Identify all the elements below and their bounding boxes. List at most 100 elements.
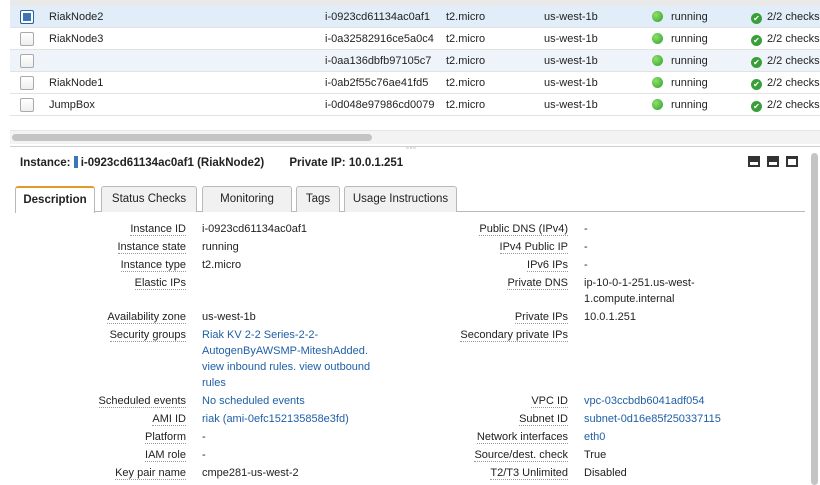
status-checks-text: 2/2 checks <box>767 33 820 45</box>
vertical-scrollbar-thumb[interactable] <box>811 153 818 485</box>
instance-row[interactable]: RiakNode2 i-0923cd61134ac0af1 t2.micro us-w… <box>10 6 820 28</box>
vpc-id-link[interactable]: vpc-03ccbdb6041adf054 <box>584 394 704 408</box>
instance-type: t2.micro <box>446 55 486 67</box>
subnet-id-link[interactable]: subnet-0d16e85f250337115 <box>584 412 721 426</box>
status-checks-text: 2/2 checks <box>767 55 820 67</box>
instance-color-marker <box>73 156 78 168</box>
availability-zone: us-west-1b <box>544 77 598 89</box>
platform-value: - <box>202 431 206 443</box>
check-passed-icon: ✔ <box>751 13 762 24</box>
tab-status-checks[interactable]: Status Checks <box>101 186 197 212</box>
panel-splitter[interactable]: ▫▫▫ <box>10 145 820 152</box>
instance-id-value: i-0923cd61134ac0af1 <box>202 223 307 235</box>
private-dns-label: Private DNS <box>507 277 568 290</box>
instance-state-text: running <box>671 99 708 111</box>
layout-bottom-icon[interactable] <box>786 156 798 167</box>
private-ip-value: 10.0.1.251 <box>348 157 404 169</box>
availability-zone-label: Availability zone <box>107 311 186 324</box>
subnet-id-label: Subnet ID <box>519 413 568 426</box>
instance-row[interactable]: i-0aa136dbfb97105c7 t2.micro us-west-1b run… <box>10 50 820 72</box>
layout-top-icon[interactable] <box>748 156 760 167</box>
t2t3-unlimited-value: Disabled <box>584 467 627 479</box>
secondary-private-ips-label: Secondary private IPs <box>460 329 568 342</box>
status-checks-text: 2/2 checks <box>767 11 820 23</box>
instance-state: running <box>652 28 742 50</box>
status-checks: ✔ 2/2 checks <box>751 50 820 72</box>
row-checkbox[interactable] <box>20 76 34 90</box>
instance-value: i-0923cd61134ac0af1 (RiakNode2) <box>80 157 265 169</box>
ami-id-link[interactable]: riak (ami-0efc152135858e3fd) <box>202 412 349 426</box>
availability-zone-value: us-west-1b <box>202 311 256 323</box>
source-dest-check-value: True <box>584 449 607 461</box>
splitter-grip-icon[interactable]: ▫▫▫ <box>406 145 416 152</box>
ipv6-ips-value: - <box>584 259 588 271</box>
instance-name: JumpBox <box>49 99 95 111</box>
security-groups-value: Riak KV 2-2 Series-2-2-AutogenByAWSMP-Mi… <box>202 327 382 391</box>
ami-id-label: AMI ID <box>152 413 186 426</box>
source-dest-check-label: Source/dest. check <box>474 449 568 462</box>
instance-state-text: running <box>671 77 708 89</box>
ipv4-public-ip-value: - <box>584 241 588 253</box>
instance-type: t2.micro <box>446 33 486 45</box>
instance-type: t2.micro <box>446 11 486 23</box>
private-dns-value: ip-10-0-1-251.us-west-1.compute.internal <box>584 277 695 305</box>
check-passed-icon: ✔ <box>751 57 762 68</box>
running-status-icon <box>652 77 663 88</box>
detail-tabs: Description Status Checks Monitoring Tag… <box>15 186 805 213</box>
network-interfaces-label: Network interfaces <box>476 431 568 444</box>
private-ips-value: 10.0.1.251 <box>584 311 636 323</box>
horizontal-scrollbar-thumb[interactable] <box>12 134 372 141</box>
instance-name <box>49 50 249 72</box>
ipv6-ips-label: IPv6 IPs <box>527 259 568 272</box>
elastic-ips-label: Elastic IPs <box>134 277 186 290</box>
instance-id: i-0a32582916ce5a0c4 <box>325 33 434 45</box>
vertical-scrollbar[interactable] <box>809 153 820 485</box>
layout-split-icon[interactable] <box>767 156 779 167</box>
public-dns-label: Public DNS (IPv4) <box>479 223 568 236</box>
security-groups-label: Security groups <box>109 329 186 342</box>
platform-label: Platform <box>145 431 186 444</box>
row-checkbox[interactable] <box>20 54 34 68</box>
tab-monitoring[interactable]: Monitoring <box>202 186 292 212</box>
running-status-icon <box>652 99 663 110</box>
running-status-icon <box>652 55 663 66</box>
instance-state-label: Instance state <box>117 241 186 254</box>
view-rules-link[interactable]: view inbound rules. view outbound rules <box>202 361 370 389</box>
row-checkbox[interactable] <box>20 10 34 24</box>
instance-type: t2.micro <box>446 99 486 111</box>
tab-tags[interactable]: Tags <box>296 186 340 212</box>
t2t3-unlimited-label: T2/T3 Unlimited <box>490 467 568 480</box>
row-checkbox[interactable] <box>20 32 34 46</box>
instance-type: t2.micro <box>446 77 486 89</box>
status-checks: ✔ 2/2 checks <box>751 72 820 94</box>
vpc-id-label: VPC ID <box>531 395 568 408</box>
security-group-link[interactable]: Riak KV 2-2 Series-2-2-AutogenByAWSMP-Mi… <box>202 329 368 357</box>
instances-table: RiakNode2 i-0923cd61134ac0af1 t2.micro us-w… <box>10 0 820 118</box>
running-status-icon <box>652 33 663 44</box>
instance-name: RiakNode3 <box>49 33 104 45</box>
instance-id: i-0ab2f55c76ae41fd5 <box>325 77 429 89</box>
availability-zone: us-west-1b <box>544 33 598 45</box>
check-passed-icon: ✔ <box>751 79 762 90</box>
availability-zone: us-west-1b <box>544 11 598 23</box>
instance-state-text: running <box>671 55 708 67</box>
scheduled-events-link[interactable]: No scheduled events <box>202 394 305 408</box>
instance-row[interactable]: RiakNode1 i-0ab2f55c76ae41fd5 t2.micro us-w… <box>10 72 820 94</box>
check-passed-icon: ✔ <box>751 101 762 112</box>
instance-state: running <box>652 6 742 28</box>
private-ips-label: Private IPs <box>514 311 568 324</box>
row-checkbox[interactable] <box>20 98 34 112</box>
instance-state-text: running <box>671 11 708 23</box>
status-checks: ✔ 2/2 checks <box>751 28 820 50</box>
key-pair-label: Key pair name <box>115 467 186 480</box>
status-checks: ✔ 2/2 checks <box>751 6 820 28</box>
instance-row[interactable]: RiakNode3 i-0a32582916ce5a0c4 t2.micro us-w… <box>10 28 820 50</box>
instance-state: running <box>652 50 742 72</box>
tab-usage-instructions[interactable]: Usage Instructions <box>344 186 457 212</box>
horizontal-scrollbar[interactable] <box>10 130 820 144</box>
instance-state-value: running <box>202 241 239 253</box>
network-interface-link[interactable]: eth0 <box>584 430 605 444</box>
tab-description[interactable]: Description <box>15 186 95 213</box>
instance-type-value: t2.micro <box>202 259 242 271</box>
instance-row[interactable]: JumpBox i-0d048e97986cd0079 t2.micro us-wes… <box>10 94 820 116</box>
